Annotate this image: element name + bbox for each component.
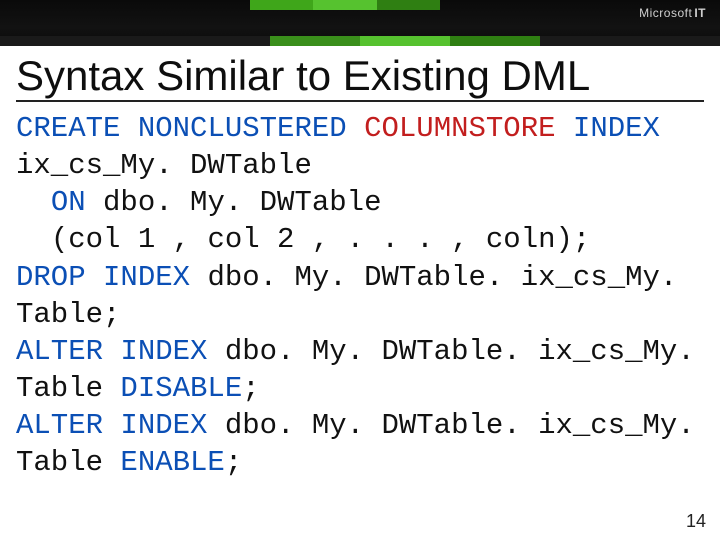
accent-seg — [313, 0, 376, 10]
code-block: CREATE NONCLUSTERED COLUMNSTORE INDEX ix… — [16, 110, 704, 481]
brand-name: Microsoft — [639, 6, 692, 20]
kw-index: INDEX — [120, 409, 207, 442]
kw-on: ON — [51, 186, 86, 219]
kw-index: INDEX — [573, 112, 660, 145]
code-text: ; — [242, 372, 259, 405]
page-number: 14 — [686, 511, 706, 532]
kw-drop: DROP — [16, 261, 86, 294]
accent-seg — [540, 36, 630, 46]
accent-seg — [0, 36, 90, 46]
code-text: ix_cs_My. DWTable — [16, 149, 312, 182]
accent-seg — [450, 36, 540, 46]
kw-create: CREATE — [16, 112, 120, 145]
code-text: ; — [225, 446, 242, 479]
accent-seg — [250, 0, 313, 10]
kw-index: INDEX — [103, 261, 190, 294]
header-band: MicrosoftIT — [0, 0, 720, 46]
accent-seg — [90, 36, 180, 46]
code-text: (col 1 , col 2 , . . . , coln); — [16, 223, 590, 256]
accent-top — [250, 0, 440, 10]
code-text: dbo. My. DWTable — [86, 186, 382, 219]
accent-seg — [377, 0, 440, 10]
kw-enable: ENABLE — [120, 446, 224, 479]
accent-seg — [180, 36, 270, 46]
kw-index: INDEX — [120, 335, 207, 368]
kw-disable: DISABLE — [120, 372, 242, 405]
brand-unit: IT — [694, 6, 706, 20]
brand: MicrosoftIT — [639, 6, 706, 20]
accent-seg — [360, 36, 450, 46]
accent-bottom — [0, 36, 720, 46]
kw-nonclustered: NONCLUSTERED — [138, 112, 347, 145]
kw-alter: ALTER — [16, 409, 103, 442]
page-title: Syntax Similar to Existing DML — [16, 54, 704, 102]
kw-alter: ALTER — [16, 335, 103, 368]
accent-seg — [630, 36, 720, 46]
kw-columnstore: COLUMNSTORE — [364, 112, 555, 145]
code-text — [16, 186, 51, 219]
accent-seg — [270, 36, 360, 46]
